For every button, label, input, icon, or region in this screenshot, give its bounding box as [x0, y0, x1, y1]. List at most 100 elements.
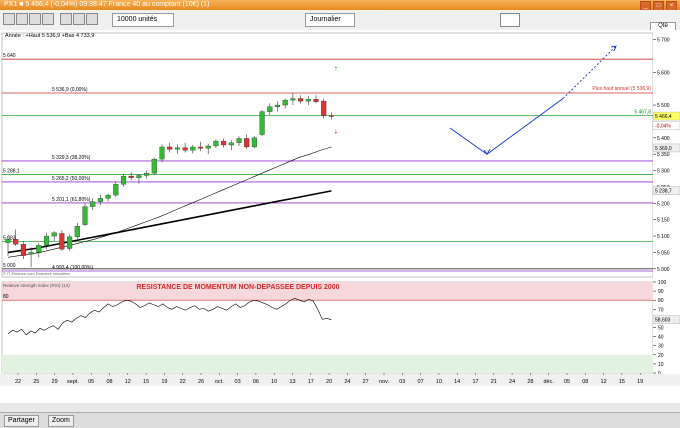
- chart-type-icon[interactable]: [60, 13, 72, 25]
- candle: [128, 175, 134, 178]
- window-titlebar: PX1 ■ 5 466,4 (-0,04%) 09:38:47 France 4…: [0, 0, 680, 11]
- x-tick-label: 06: [253, 379, 259, 385]
- text-tool-icon[interactable]: [42, 13, 54, 25]
- zoom-button[interactable]: Zoom: [48, 415, 74, 427]
- legend-text: Année : +Haut 5 536,9 +Bas 4 733,9: [5, 33, 94, 39]
- candle: [305, 99, 311, 102]
- x-tick-label: 27: [363, 379, 369, 385]
- candle: [144, 173, 150, 176]
- x-tick-label: 22: [180, 379, 186, 385]
- candle: [267, 106, 273, 112]
- candle: [20, 244, 26, 256]
- qte-label: Qté: [658, 23, 668, 29]
- pointer-icon[interactable]: [3, 13, 15, 25]
- y-tick-label: 5 700: [657, 38, 670, 44]
- candle: [298, 98, 304, 102]
- mini-chart-icon[interactable]: [500, 13, 520, 27]
- candle: [113, 184, 119, 196]
- x-tick-label: 17: [308, 379, 314, 385]
- x-tick-label: 12: [125, 379, 131, 385]
- price-badge-label: 5 369,0: [655, 146, 672, 152]
- x-tick-label: 05: [88, 379, 94, 385]
- x-tick-label: 22: [15, 379, 21, 385]
- candle: [90, 201, 96, 207]
- x-tick-label: 15: [619, 379, 625, 385]
- rsi-badge-label: 58,603: [655, 318, 671, 324]
- x-tick-label: 10: [271, 379, 277, 385]
- x-tick-label: 28: [527, 379, 533, 385]
- candle: [136, 175, 142, 178]
- candle: [197, 146, 204, 149]
- x-tick-label: 29: [52, 379, 58, 385]
- x-tick-label: 12: [601, 379, 607, 385]
- candle: [251, 137, 257, 148]
- down-arrow-icon: ⇣: [333, 128, 338, 135]
- rsi-tick-label: 70: [658, 307, 664, 313]
- rsi-indicator-label: Relative strength index (RSI) (14): [3, 283, 70, 288]
- candle: [182, 147, 188, 151]
- x-tick-label: nov.: [379, 379, 389, 385]
- indicator-icon[interactable]: [73, 13, 85, 25]
- candle: [167, 146, 173, 150]
- rsi-tick-label: 30: [658, 344, 664, 350]
- x-tick-label: 14: [454, 379, 460, 385]
- chart-area[interactable]: 5 7005 6005 5005 4005 3505 3005 2505 200…: [0, 30, 680, 403]
- level-label: 5 329,3 (38,20%): [52, 155, 91, 161]
- partager-button[interactable]: Partager: [4, 415, 39, 427]
- chart-svg[interactable]: 5 7005 6005 5005 4005 3505 3005 2505 200…: [0, 30, 680, 412]
- x-tick-label: 03: [399, 379, 405, 385]
- candle: [228, 142, 234, 146]
- x-tick-label: 19: [161, 379, 167, 385]
- level-label: 5 000: [3, 263, 16, 269]
- candle: [97, 198, 103, 202]
- x-tick-label: 08: [582, 379, 588, 385]
- candle: [190, 146, 196, 151]
- y-tick-label: 5 350: [657, 152, 670, 158]
- x-tick-label: 15: [143, 379, 149, 385]
- y-tick-label: 5 300: [657, 169, 670, 175]
- x-axis-bg: [0, 374, 680, 386]
- x-tick-label: 03: [235, 379, 241, 385]
- level-label: 5 467,8: [634, 110, 651, 116]
- bottom-bar: Partager Zoom: [0, 412, 680, 428]
- price-badge-label: -0,04%: [655, 124, 671, 130]
- quantity-field[interactable]: 10000 unités: [112, 13, 174, 27]
- line-tool-icon[interactable]: [16, 13, 28, 25]
- price-badge-label: 5 466,4: [655, 114, 672, 120]
- candle: [259, 111, 265, 135]
- y-tick-label: 5 100: [657, 234, 670, 240]
- x-tick-label: 10: [436, 379, 442, 385]
- timeframe-select[interactable]: Journalier: [305, 13, 355, 27]
- window-title: PX1 ■ 5 466,4 (-0,04%) 09:38:47 France 4…: [4, 1, 210, 8]
- candle: [5, 239, 11, 243]
- candle: [13, 239, 19, 245]
- candle: [59, 233, 65, 250]
- candle: [51, 232, 57, 237]
- rsi-tick-label: 10: [658, 362, 664, 368]
- up-arrow-icon: ⇡: [333, 66, 338, 73]
- candle: [274, 104, 281, 107]
- candle: [282, 99, 288, 106]
- candle: [105, 194, 111, 199]
- candle: [28, 252, 34, 255]
- y-tick-label: 5 600: [657, 70, 670, 76]
- level-label: 5 288,1: [3, 168, 20, 174]
- candle: [321, 100, 327, 116]
- rsi-tick-label: 90: [658, 289, 664, 295]
- y-tick-label: 5 150: [657, 218, 670, 224]
- x-tick-label: 24: [344, 379, 350, 385]
- candle: [36, 245, 42, 253]
- candle: [82, 206, 88, 225]
- x-tick-label: déc.: [543, 379, 554, 385]
- candle: [151, 158, 157, 174]
- rsi-tick-label: 50: [658, 326, 664, 332]
- x-tick-label: 17: [472, 379, 478, 385]
- settings-icon[interactable]: [86, 13, 98, 25]
- x-tick-label: 13: [289, 379, 295, 385]
- y-tick-label: 5 050: [657, 250, 670, 256]
- level-label: 5 201,1 (61,80%): [52, 197, 91, 203]
- level-label: 5 640: [3, 53, 16, 59]
- x-tick-label: 20: [326, 379, 332, 385]
- zoom-tool-icon[interactable]: [29, 13, 41, 25]
- y-tick-label: 5 400: [657, 136, 670, 142]
